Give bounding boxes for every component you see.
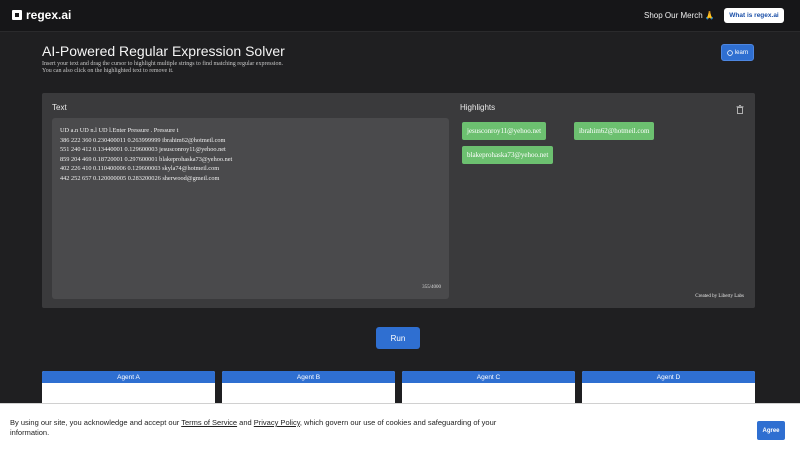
agent-header: Agent B xyxy=(222,371,395,383)
what-is-regex-button[interactable]: What is regex.ai xyxy=(724,8,784,23)
cookie-text-start: By using our site, you acknowledge and a… xyxy=(10,418,182,427)
highlight-chip[interactable]: blakeprohaska73@yehoo.net xyxy=(462,146,554,164)
logo[interactable]: regex.ai xyxy=(12,8,71,22)
solver-panel: Text UD a.n UD n.l UD l.Enter Pressure .… xyxy=(42,93,755,308)
info-icon xyxy=(727,49,733,56)
text-input-area[interactable]: UD a.n UD n.l UD l.Enter Pressure . Pres… xyxy=(52,118,449,299)
agent-header: Agent A xyxy=(42,371,215,383)
agent-header: Agent D xyxy=(582,371,755,383)
agent-header: Agent C xyxy=(402,371,575,383)
text-line: 402 226 410 0.110400006 0.129600003 skyl… xyxy=(60,165,220,172)
agree-button[interactable]: Agree xyxy=(757,421,785,440)
shop-merch-link[interactable]: Shop Our Merch 🙏 xyxy=(644,11,715,20)
highlight-chip[interactable]: jesusconroy11@yehoo.net xyxy=(462,122,547,140)
text-line: 859 204 469 0.18720001 0.297600001 blake… xyxy=(60,155,233,163)
character-count: 355/4000 xyxy=(422,285,441,290)
highlights-panel-label: Highlights xyxy=(460,103,496,112)
page-title: AI-Powered Regular Expression Solver xyxy=(42,43,285,59)
learn-label: learn xyxy=(734,49,749,56)
logo-text: regex.ai xyxy=(26,8,72,22)
subtitle-line-2: You can also click on the highlighted te… xyxy=(42,68,174,74)
highlight-chip[interactable]: ibrahim62@hotmeil.com xyxy=(574,122,655,140)
run-button[interactable]: Run xyxy=(376,327,420,349)
logo-icon xyxy=(12,10,22,20)
cookie-text: By using our site, you acknowledge and a… xyxy=(10,418,530,438)
top-navbar: regex.ai Shop Our Merch 🙏 What is regex.… xyxy=(0,0,800,32)
cookie-banner: By using our site, you acknowledge and a… xyxy=(0,403,800,450)
text-line: 442 252 657 0.120000005 0.283200026 sher… xyxy=(60,174,220,182)
terms-of-service-link[interactable]: Terms of Service xyxy=(181,418,237,427)
trash-icon[interactable] xyxy=(736,105,744,114)
privacy-policy-link[interactable]: Privacy Policy xyxy=(254,418,300,427)
learn-button[interactable]: learn xyxy=(721,44,754,61)
text-panel-label: Text xyxy=(52,103,67,112)
cookie-text-mid: and xyxy=(237,418,254,427)
text-line: 551 240 412 0.13440001 0.129600003 jesus… xyxy=(60,146,226,153)
credit-text: Created by Liberty Labs xyxy=(695,294,744,299)
text-line: UD a.n UD n.l UD l.Enter Pressure . Pres… xyxy=(60,127,179,134)
text-line: 386 222 360 0.230400011 0.263999999 ibra… xyxy=(60,136,226,144)
subtitle-line-1: Insert your text and drag the cursor to … xyxy=(42,61,283,67)
page-subtitle: Insert your text and drag the cursor to … xyxy=(42,61,462,75)
